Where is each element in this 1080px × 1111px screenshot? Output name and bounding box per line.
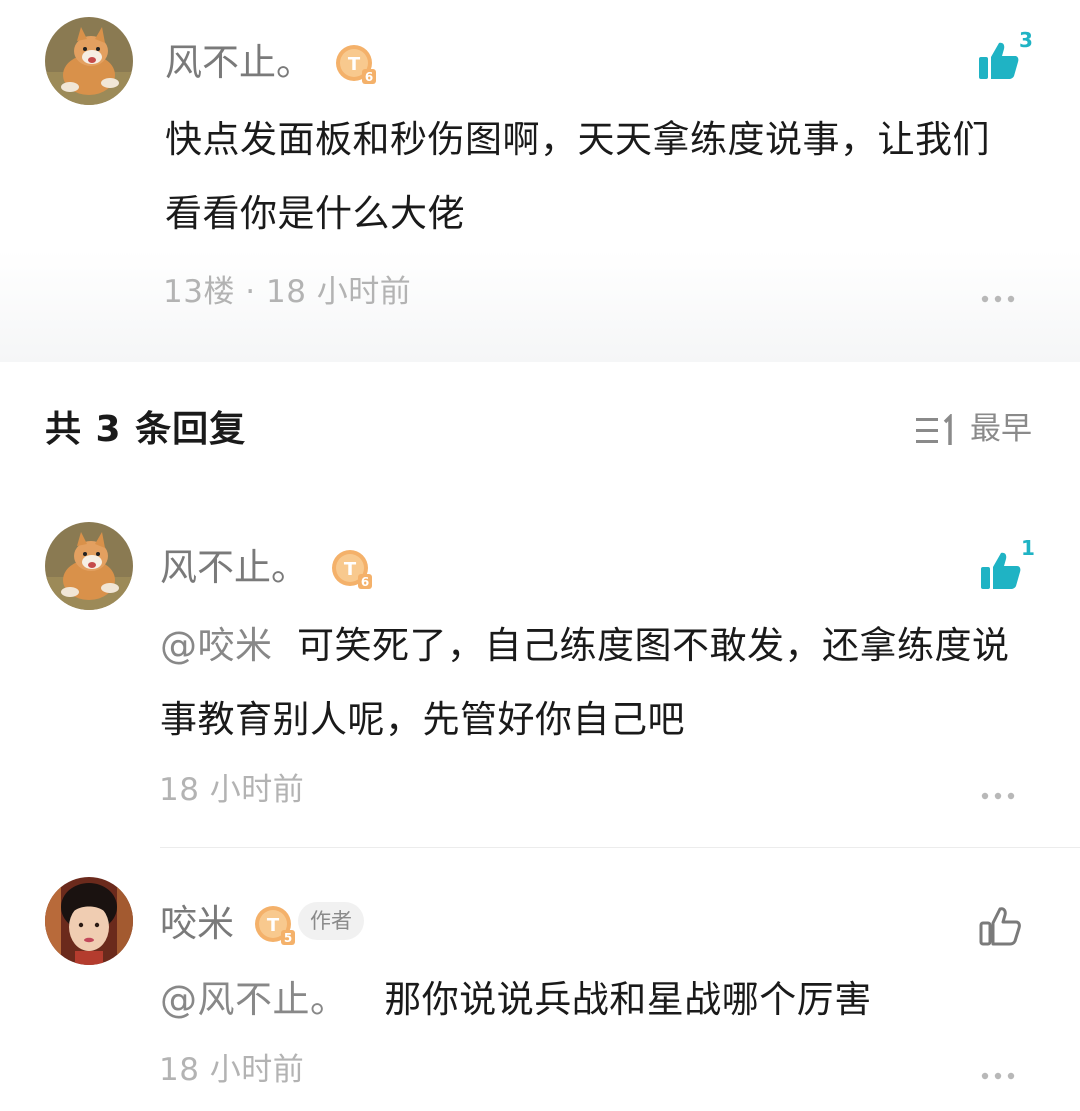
- user-avatar[interactable]: [45, 877, 133, 965]
- reply-text-segment: 那你说说兵战和星战哪个厉害: [384, 978, 872, 1021]
- reply-text-line: @咬米 可笑死了，自己练度图不敢发，还拿练度说: [160, 609, 1050, 683]
- comment-text-line: 快点发面板和秒伤图啊，天天拿练度说事，让我们: [165, 118, 990, 161]
- level-number: 5: [284, 931, 292, 945]
- comment-text: 快点发面板和秒伤图啊，天天拿练度说事，让我们 看看你是什么大佬: [165, 103, 1045, 251]
- like-button[interactable]: [980, 550, 1022, 592]
- reply-text-line: 事教育别人呢，先管好你自己吧: [160, 698, 685, 741]
- reply-divider: [160, 847, 1080, 848]
- level-badge-icon: T 6: [332, 550, 372, 589]
- reply-time: 18 小时前: [159, 1052, 305, 1088]
- comment-text-line: 看看你是什么大佬: [165, 192, 465, 235]
- svg-text:T: T: [348, 54, 361, 75]
- more-dots-icon: [981, 792, 1015, 800]
- reply-item: 风不止。 T 6 @咬米 可笑死了，自己练度图不敢发，还拿练度说 事教育别人呢，…: [0, 500, 1080, 840]
- thumbs-up-filled-icon: [981, 552, 1021, 589]
- user-avatar[interactable]: [45, 522, 133, 610]
- like-button[interactable]: [978, 40, 1020, 82]
- thumbs-up-outline-icon: [979, 907, 1021, 946]
- like-count: 3: [1019, 28, 1033, 52]
- username[interactable]: 风不止。: [165, 44, 313, 81]
- like-button[interactable]: [978, 904, 1022, 948]
- thumbs-up-filled-icon: [979, 42, 1019, 79]
- sort-toggle[interactable]: 最早: [916, 412, 1036, 452]
- more-dots-icon: [981, 1072, 1015, 1080]
- user-avatar[interactable]: [45, 17, 133, 105]
- more-dots-icon: [981, 295, 1015, 303]
- level-number: 6: [365, 70, 373, 84]
- more-options-button[interactable]: [980, 786, 1016, 805]
- author-tag: 作者: [298, 902, 364, 940]
- main-comment: 风不止。 T 6 快点发面板和秒伤图啊，天天拿练度说事，让我们 看看你是什么大佬…: [0, 0, 1080, 362]
- level-badge-icon: T 6: [336, 45, 376, 84]
- more-options-button[interactable]: [980, 289, 1016, 308]
- shiba-avatar-icon: [45, 522, 133, 610]
- svg-text:T: T: [344, 559, 357, 580]
- replies-count-title: 共 3 条回复: [45, 409, 247, 450]
- mention-link[interactable]: @咬米: [160, 624, 273, 667]
- level-badge: T 5: [254, 905, 296, 947]
- username[interactable]: 风不止。: [160, 549, 308, 586]
- svg-text:T: T: [267, 915, 280, 936]
- reply-item: 咬米 T 5 作者 @风不止。 那你说说兵战和星战哪个厉害 18 小时前: [0, 860, 1080, 1111]
- level-badge-icon: T 5: [255, 906, 295, 945]
- level-badge: T 6: [335, 44, 377, 86]
- sort-icon: [916, 414, 952, 445]
- username[interactable]: 咬米: [160, 905, 234, 942]
- mention-link[interactable]: @风不止。: [160, 978, 348, 1021]
- reply-text-segment: 可笑死了，自己练度图不敢发，还拿练度说: [297, 624, 1010, 667]
- sort-label: 最早: [970, 411, 1032, 447]
- level-number: 6: [361, 575, 369, 589]
- reply-text-line: @风不止。 那你说说兵战和星战哪个厉害: [160, 963, 1050, 1037]
- reply-text: @咬米 可笑死了，自己练度图不敢发，还拿练度说 事教育别人呢，先管好你自己吧: [160, 609, 1050, 757]
- like-count: 1: [1021, 536, 1035, 560]
- reply-time: 18 小时前: [159, 772, 305, 808]
- floor-and-time: 13楼 · 18 小时前: [163, 274, 412, 310]
- reply-text: @风不止。 那你说说兵战和星战哪个厉害: [160, 963, 1050, 1037]
- woman-portrait-avatar-icon: [45, 877, 133, 965]
- shiba-avatar-icon: [45, 17, 133, 105]
- level-badge: T 6: [331, 549, 373, 591]
- more-options-button[interactable]: [980, 1066, 1016, 1085]
